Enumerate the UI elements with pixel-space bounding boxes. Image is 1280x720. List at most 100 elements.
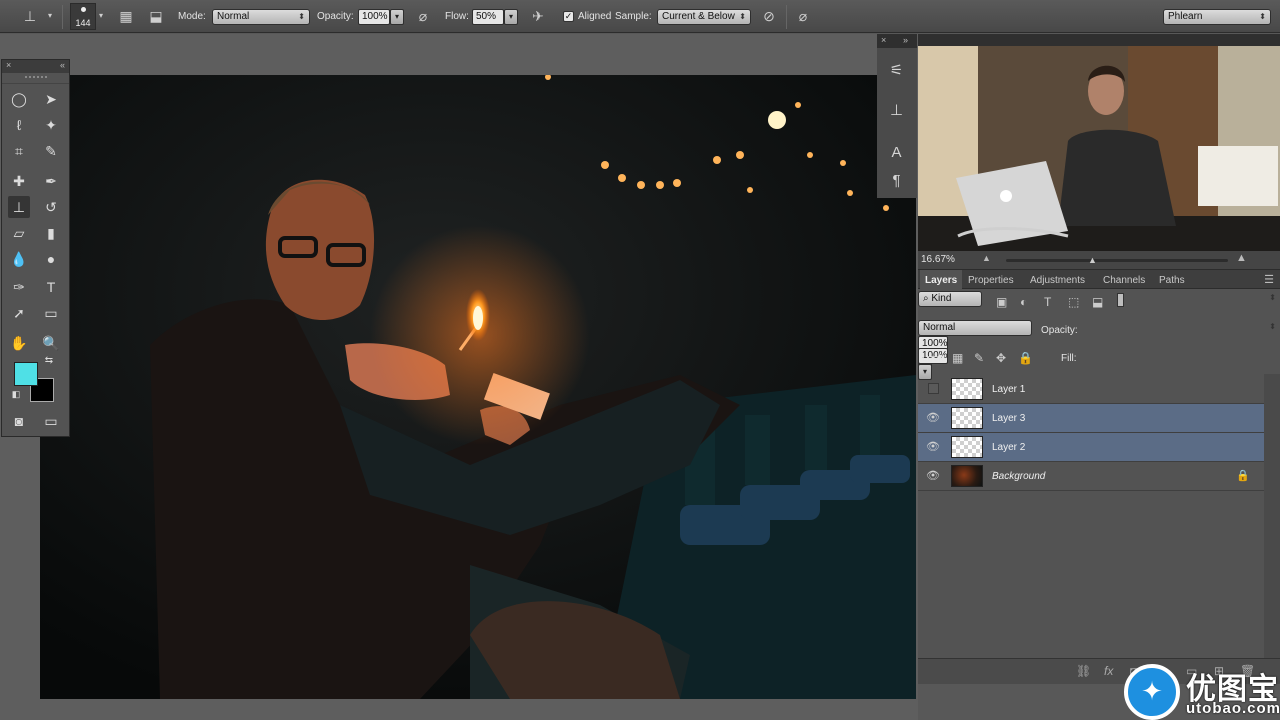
type-icon[interactable]: T (40, 276, 62, 298)
brush-picker-arrow-icon[interactable]: ▾ (96, 6, 106, 26)
expand-icon[interactable]: » (903, 35, 908, 45)
workspace-select[interactable]: Phlearn ⬍ (1163, 9, 1271, 25)
layer-thumbnail (951, 407, 983, 429)
paragraph-panel-icon[interactable]: ¶ (880, 170, 913, 192)
foreground-color-swatch[interactable] (14, 362, 38, 386)
lasso-icon[interactable]: ℓ (8, 114, 30, 136)
eraser-icon[interactable]: ▱ (8, 222, 30, 244)
clone-source-panel-icon[interactable]: ⬓ (146, 6, 166, 26)
mode-select[interactable]: Normal ⬍ (212, 9, 310, 25)
brush-panel-icon[interactable]: ▦ (116, 6, 136, 26)
lock-all-icon[interactable]: 🔒 (1018, 351, 1033, 365)
tab-channels[interactable]: Channels (1103, 275, 1145, 286)
lock-transparency-icon[interactable]: ▦ (952, 351, 963, 365)
crop-icon[interactable]: ⌗ (8, 140, 30, 162)
type-filter-icon[interactable]: T (1044, 295, 1051, 309)
opacity-dropdown-button[interactable]: ▾ (390, 9, 404, 25)
link-layers-icon[interactable]: ⛓ (1076, 664, 1091, 678)
flow-input[interactable]: 50% (472, 9, 504, 25)
hand-icon[interactable]: ✋ (8, 332, 30, 354)
pen-icon[interactable]: ✑ (8, 276, 30, 298)
workspace-value: Phlearn (1168, 11, 1203, 22)
blend-mode-select[interactable]: Normal ⬍ (918, 320, 1276, 336)
layer-row-background[interactable]: 👁 Background 🔒 (918, 462, 1264, 491)
close-icon[interactable]: × (881, 35, 886, 45)
brush-preset-picker[interactable]: 144 (70, 3, 96, 30)
close-icon[interactable]: × (6, 60, 11, 70)
healing-brush-icon[interactable]: ✚ (8, 170, 30, 192)
brush-icon[interactable]: ✒ (40, 170, 62, 192)
magic-wand-icon[interactable]: ✦ (40, 114, 62, 136)
layer-row-layer-2[interactable]: 👁 Layer 2 (918, 433, 1264, 462)
brush-tip-icon (81, 7, 86, 12)
sample-value: Current & Below (662, 11, 735, 22)
layer-row-layer-3[interactable]: 👁 Layer 3 (918, 404, 1264, 433)
layer-thumbnail (951, 378, 983, 400)
image-filter-icon[interactable]: ▣ (996, 295, 1007, 309)
collapse-icon[interactable]: « (60, 60, 65, 70)
eye-icon[interactable]: 👁 (926, 440, 940, 454)
clone-stamp-icon[interactable]: ⊥ (8, 196, 30, 218)
layer-row-layer-1[interactable]: Layer 1 (918, 375, 1264, 404)
zoom-in-icon[interactable]: ▲ (1236, 252, 1247, 264)
pressure-size-icon[interactable]: ⌀ (793, 6, 813, 26)
divider (786, 5, 787, 29)
dodge-icon[interactable]: ● (40, 248, 62, 270)
zoom-out-icon[interactable]: ▲ (982, 253, 991, 263)
zoom-slider-thumb[interactable]: ▲ (1088, 255, 1097, 265)
layers-scrollbar[interactable] (1264, 374, 1280, 658)
document-canvas[interactable] (40, 75, 916, 699)
navigator-zoom-bar: 16.67% ▲ ▲ ▲ (918, 251, 1280, 270)
zoom-level[interactable]: 16.67% (921, 254, 955, 265)
smart-object-filter-icon[interactable]: ⬓ (1092, 295, 1103, 309)
opacity-input[interactable]: 100% (358, 9, 390, 25)
elliptical-marquee-icon[interactable]: ◯ (8, 88, 30, 110)
tab-properties[interactable]: Properties (968, 275, 1014, 286)
lock-position-icon[interactable]: ✥ (996, 351, 1006, 365)
zoom-icon[interactable]: 🔍 (40, 332, 62, 354)
eye-icon[interactable]: 👁 (926, 469, 940, 483)
filter-kind-select[interactable]: ⌕ Kind ⬍ (918, 291, 1276, 307)
quick-mask-icon[interactable]: ◙ (8, 410, 30, 432)
clone-source-panel-icon[interactable]: ⊥ (880, 100, 913, 122)
shape-filter-icon[interactable]: ⬚ (1068, 295, 1079, 309)
adjustments-panel-icon[interactable]: ⚟ (880, 60, 913, 82)
character-panel-icon[interactable]: A (880, 142, 913, 164)
filter-toggle[interactable] (1117, 293, 1124, 307)
screen-mode-icon[interactable]: ▭ (40, 410, 62, 432)
history-brush-icon[interactable]: ↺ (40, 196, 62, 218)
blur-icon[interactable]: 💧 (8, 248, 30, 270)
visibility-toggle[interactable] (928, 383, 939, 394)
sample-select[interactable]: Current & Below ⬍ (657, 9, 751, 25)
pressure-opacity-icon[interactable]: ⌀ (413, 6, 433, 26)
airbrush-icon[interactable]: ✈ (528, 6, 548, 26)
panel-menu-icon[interactable]: ☰ (1264, 273, 1274, 286)
layer-name: Background (992, 471, 1046, 482)
tool-preset-arrow-icon[interactable]: ▾ (44, 6, 56, 26)
tab-adjustments[interactable]: Adjustments (1030, 275, 1085, 286)
opacity-label: Opacity: (317, 11, 354, 22)
tools-panel-header[interactable]: × « (2, 60, 69, 73)
path-selection-icon[interactable]: ➚ (8, 302, 30, 324)
sample-label: Sample: (615, 11, 652, 22)
layer-name: Layer 1 (992, 384, 1026, 395)
eye-icon[interactable]: 👁 (926, 411, 940, 425)
fx-icon[interactable]: fx (1104, 664, 1113, 678)
clone-stamp-icon[interactable]: ⊥ (20, 6, 40, 26)
default-colors-icon[interactable]: ◧ (10, 388, 22, 400)
layer-name: Layer 2 (992, 442, 1026, 453)
ignore-adjustment-layers-icon[interactable]: ⊘ (759, 6, 779, 26)
panel-grip[interactable] (2, 76, 69, 84)
flow-dropdown-button[interactable]: ▾ (504, 9, 518, 25)
tab-layers[interactable]: Layers (920, 270, 963, 289)
tab-paths[interactable]: Paths (1159, 275, 1185, 286)
zoom-slider-track[interactable] (1006, 259, 1228, 262)
move-icon[interactable]: ➤ (40, 88, 62, 110)
gradient-icon[interactable]: ▮ (40, 222, 62, 244)
lock-pixels-icon[interactable]: ✎ (974, 351, 984, 365)
rectangle-icon[interactable]: ▭ (40, 302, 62, 324)
swap-colors-icon[interactable]: ⇆ (42, 354, 56, 368)
aligned-checkbox[interactable]: ✓ (563, 11, 574, 22)
adjustment-filter-icon[interactable]: ◐ (1020, 295, 1027, 309)
eyedropper-icon[interactable]: ✎ (40, 140, 62, 162)
